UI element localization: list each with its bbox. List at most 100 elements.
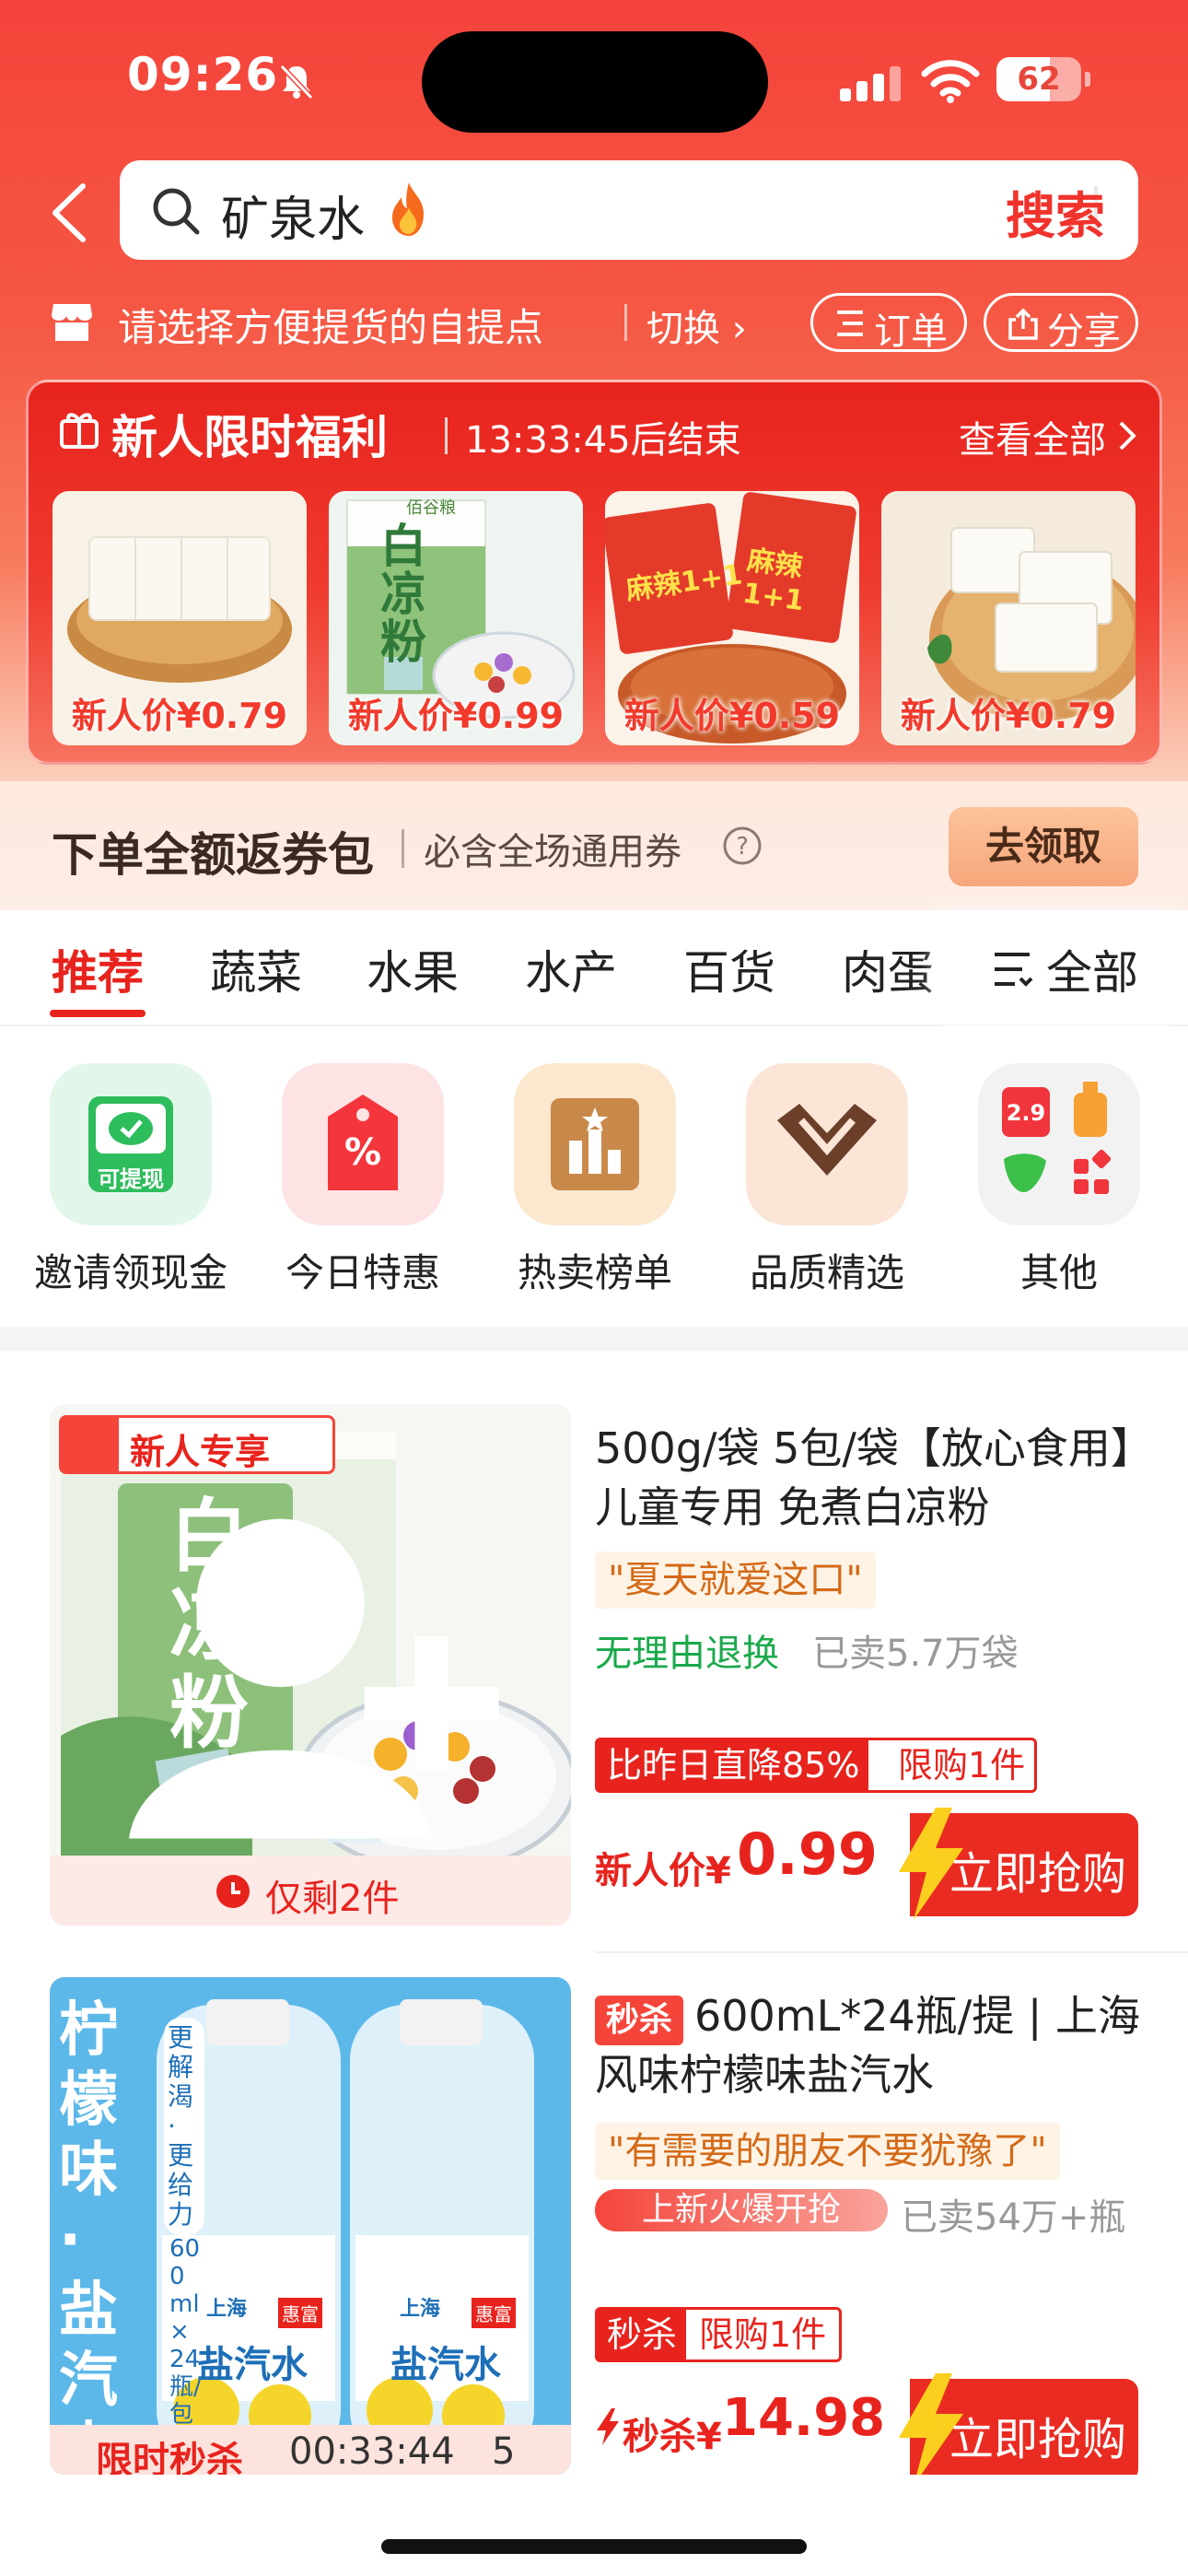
price-drop-label: 比昨日直降85% <box>598 1740 869 1790</box>
product-card[interactable]: 白凉粉 新人专享 仅剩2件 500g/袋 5包/袋【放心食用】儿童专用 免煮白凉… <box>0 1404 1188 1957</box>
battery-icon: 62 <box>996 57 1090 101</box>
product-image[interactable]: 柠檬味·盐汽水 更解渴·更给力 600ml×24瓶/包 上海 惠富 盐汽水 上海… <box>50 1977 571 2475</box>
flash-sale-extra: 5 <box>492 2430 516 2473</box>
price-label: 新人价¥ <box>595 1850 731 1892</box>
shortcut-badge: 可提现 <box>98 1166 164 1192</box>
home-indicator[interactable] <box>381 2539 807 2554</box>
buy-now-label: 立即抢购 <box>949 2414 1126 2465</box>
product-title[interactable]: 600mL*24瓶/提 | 上海风味柠檬味盐汽水 <box>595 1986 1147 2104</box>
shortcut-label: 品质精选 <box>749 1250 904 1295</box>
fire-icon <box>392 182 424 236</box>
claim-coupon-button[interactable]: 去领取 <box>949 807 1138 886</box>
dynamic-island <box>422 31 768 133</box>
percent-tag-icon: % <box>282 1063 444 1225</box>
newcomer-price: 新人价¥0.99 <box>347 696 565 736</box>
sold-count: 已卖5.7万袋 <box>812 1633 1019 1675</box>
shortcut-others[interactable]: 2.9 其他 <box>976 1061 1142 1301</box>
coupon-banner[interactable]: 下单全额返券包 必含全场通用券 ? 去领取 <box>0 781 1188 910</box>
share-button[interactable]: 分享 <box>984 293 1138 353</box>
tab-meat-eggs[interactable]: 肉蛋 <box>842 936 934 1002</box>
pickup-divider <box>624 304 627 341</box>
newcomer-product-tile[interactable]: 佰谷粮 白凉粉 新人价¥0.99 <box>329 491 583 745</box>
purchase-limit-label: 限购1件 <box>898 1745 1026 1786</box>
tab-fruits[interactable]: 水果 <box>367 936 459 1002</box>
image-spec: 600ml×24瓶/包 <box>169 2235 202 2429</box>
purchase-limit-label: 限购1件 <box>699 2314 827 2355</box>
shortcut-daily-deals[interactable]: % 今日特惠 <box>280 1061 446 1301</box>
newcomer-product-tile[interactable]: 新人价¥0.79 <box>52 491 307 745</box>
tab-seafood[interactable]: 水产 <box>525 936 617 1002</box>
wifi-icon <box>921 60 980 103</box>
bottle-city: 上海 <box>206 2298 248 2321</box>
tab-general-goods[interactable]: 百货 <box>683 936 775 1002</box>
product-tagline: "有需要的朋友不要犹豫了" <box>595 2123 1060 2180</box>
lightning-small-icon <box>597 2408 619 2445</box>
pickup-prompt[interactable]: 请选择方便提货的自提点 <box>118 297 543 353</box>
flash-sale-label: 限时秒杀 <box>96 2440 243 2475</box>
chevron-right-icon[interactable] <box>1117 419 1139 452</box>
quality-chevron-icon <box>746 1063 908 1225</box>
shortcut-quality-picks[interactable]: 品质精选 <box>744 1061 910 1301</box>
shortcut-label: 邀请领现金 <box>33 1250 227 1295</box>
cellular-signal-icon <box>840 64 904 101</box>
hot-launch-pill: 上新火爆开抢 <box>595 2189 888 2231</box>
wechat-cash-icon: 可提现 <box>50 1063 212 1225</box>
price-value: 14.98 <box>722 2388 886 2448</box>
buy-now-label: 立即抢购 <box>949 1848 1126 1900</box>
search-button[interactable]: 搜索 <box>1006 175 1105 248</box>
salt-soda-image <box>50 1977 571 2475</box>
bottom-area <box>0 2475 1188 2576</box>
bottle-label: 盐汽水 <box>197 2344 308 2386</box>
product-card[interactable]: 柠檬味·盐汽水 更解渴·更给力 600ml×24瓶/包 上海 惠富 盐汽水 上海… <box>0 1977 1188 2530</box>
shortcut-hot-ranking[interactable]: 热卖榜单 <box>512 1061 678 1301</box>
tab-all-label: 全部 <box>1046 946 1138 1000</box>
product-title[interactable]: 500g/袋 5包/袋【放心食用】儿童专用 免煮白凉粉 <box>595 1419 1147 1537</box>
svg-text:?: ? <box>736 833 749 861</box>
newcomer-product-tile[interactable]: 麻辣1+1 麻辣1+1 新人价¥0.59 <box>605 491 859 745</box>
section-separator <box>0 1327 1188 1351</box>
bottle-brand: 惠富 <box>278 2298 322 2328</box>
return-policy: 无理由退换 <box>595 1633 779 1675</box>
newcomer-price: 新人价¥0.79 <box>900 696 1117 736</box>
product-image[interactable]: 白凉粉 新人专享 仅剩2件 <box>50 1404 571 1926</box>
buy-now-button[interactable]: 立即抢购 <box>888 1808 1138 1920</box>
shortcut-invite-cash[interactable]: 可提现 邀请领现金 <box>34 1061 227 1301</box>
newcomer-benefits-panel: 新人限时福利 13:33:45后结束 查看全部 新人价¥0.79 佰谷粮 白凉粉… <box>26 380 1162 765</box>
sold-count: 已卖54万+瓶 <box>901 2196 1126 2239</box>
search-query[interactable]: 矿泉水 <box>221 181 365 250</box>
status-time: 09:26 <box>127 48 279 101</box>
share-icon <box>1008 308 1038 340</box>
stock-remaining-text: 仅剩2件 <box>265 1878 400 1920</box>
newcomer-product-tile[interactable]: 新人价¥0.79 <box>881 491 1136 745</box>
active-tab-indicator <box>50 1010 146 1017</box>
tab-vegetables[interactable]: 蔬菜 <box>210 936 302 1002</box>
newcomer-price: 新人价¥0.79 <box>71 696 288 736</box>
tab-all-categories[interactable]: 全部 <box>949 910 1188 1025</box>
stock-remaining-bar: 仅剩2件 <box>50 1856 571 1926</box>
product-tagline: "夏天就爱这口" <box>595 1551 876 1609</box>
help-icon[interactable]: ? <box>722 825 763 866</box>
image-subtext: 更解渴·更给力 <box>164 2018 204 2235</box>
switch-pickup-link[interactable]: 切换 › <box>646 299 747 352</box>
newcomer-divider <box>445 417 448 454</box>
bottle-city: 上海 <box>400 2298 441 2321</box>
coupon-divider <box>402 829 404 868</box>
newcomer-exclusive-badge: 新人专享 <box>59 1415 499 1839</box>
order-button[interactable]: 订单 <box>810 293 967 353</box>
flash-sale-timer: 00:33:44 <box>289 2430 455 2473</box>
list-icon <box>837 310 863 336</box>
buy-now-button[interactable]: 立即抢购 <box>888 2373 1138 2486</box>
user-icon <box>62 1418 499 1839</box>
coupon-title: 下单全额返券包 <box>52 828 374 882</box>
price-drop-box: 比昨日直降85% 限购1件 <box>595 1738 1037 1793</box>
newcomer-title: 新人限时福利 <box>111 411 388 464</box>
newcomer-countdown: 13:33:45后结束 <box>465 419 741 462</box>
shortcut-label: 热卖榜单 <box>517 1250 672 1295</box>
search-box[interactable]: 矿泉水 <box>120 160 1138 260</box>
back-chevron-icon[interactable] <box>46 181 92 245</box>
tab-recommended[interactable]: 推荐 <box>52 936 144 1002</box>
newcomer-price: 新人价¥0.59 <box>623 696 841 736</box>
menu-list-icon <box>995 953 1033 987</box>
view-all-link[interactable]: 查看全部 <box>959 410 1106 463</box>
flash-sale-bar: 限时秒杀 00:33:44 5 <box>50 2425 571 2475</box>
